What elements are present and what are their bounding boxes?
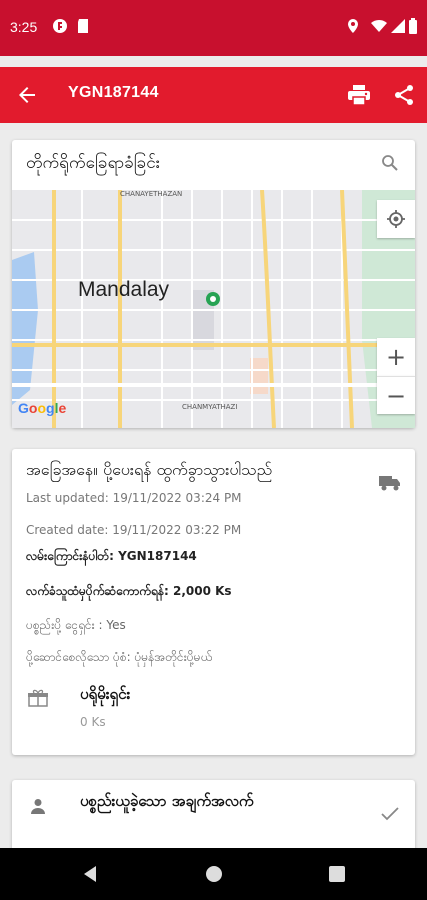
street-label-top: CHANAYETHAZAN (120, 190, 183, 198)
back-nav-icon[interactable] (82, 865, 100, 883)
battery-icon (408, 18, 418, 34)
system-nav-bar (0, 848, 427, 900)
share-icon[interactable] (390, 81, 418, 109)
tracking-number-text: လမ်းကြောင်းနံပါတ်: YGN187144 (26, 549, 197, 563)
home-nav-icon[interactable] (205, 865, 223, 883)
truck-icon (379, 475, 401, 495)
status-bar: 3:25 (0, 0, 427, 56)
zoom-in-button[interactable]: + (377, 338, 415, 376)
delivery-status-card: အခြေအနေ။ ပို့ပေးရန် ထွက်ခွာသွားပါသည် Las… (12, 449, 415, 755)
pickup-info-title: ပစ္စည်းယူခဲ့သော အချက်အလက် (80, 792, 254, 810)
google-logo: Google (18, 400, 66, 416)
last-updated-text: Last updated: 19/11/2022 03:24 PM (26, 491, 242, 505)
promotion-label: ပရိုမိုးရှင်း (80, 685, 131, 703)
check-icon (381, 806, 399, 825)
map-city-label: Mandalay (78, 278, 170, 301)
zoom-out-button[interactable]: − (377, 376, 415, 414)
delivery-type-text: ပို့ဆောင်စေလိုသော ပုံစံ: ပုံမှန်အတိုင်းပ… (26, 650, 213, 664)
gift-icon (28, 689, 48, 711)
live-tracking-card: တိုက်ရိုက်ခြေရာခံခြင်း CHANAYETHAZAN Man… (12, 140, 415, 428)
app-bar: YGN187144 (0, 67, 427, 123)
map-graphic (12, 190, 415, 428)
collect-fee-text: လက်ခံသူထံမှပိုက်ဆံကောက်ရန်: 2,000 Ks (26, 584, 232, 598)
app-notification-icon (52, 18, 68, 34)
person-icon (30, 798, 46, 818)
live-tracking-title: တိုက်ရိုက်ခြေရာခံခြင်း (26, 153, 161, 173)
signal-icon (390, 18, 406, 34)
cod-paid-text: ပစ္စည်းပို့ ငွေရှင်း : Yes (26, 618, 126, 632)
sd-card-icon (76, 18, 92, 34)
wifi-icon (370, 18, 387, 34)
status-time: 3:25 (10, 19, 38, 35)
google-letter: G (18, 400, 29, 416)
google-letter: o (37, 400, 47, 416)
promotion-value: 0 Ks (80, 715, 106, 729)
print-icon[interactable] (345, 81, 373, 109)
map-view[interactable]: CHANAYETHAZAN Mandalay CHANMYATHAZI + − … (12, 190, 415, 428)
google-letter: g (46, 400, 55, 416)
my-location-icon[interactable] (377, 200, 415, 238)
back-arrow-icon[interactable] (13, 81, 41, 109)
location-icon (346, 18, 362, 34)
search-icon[interactable] (381, 154, 399, 176)
street-label-bottom: CHANMYATHAZI (182, 403, 238, 411)
recents-nav-icon[interactable] (328, 865, 346, 883)
created-date-text: Created date: 19/11/2022 03:22 PM (26, 523, 242, 537)
delivery-status-title: အခြေအနေ။ ပို့ပေးရန် ထွက်ခွာသွားပါသည် (26, 460, 273, 479)
page-title: YGN187144 (68, 84, 159, 101)
google-letter: e (58, 400, 67, 416)
